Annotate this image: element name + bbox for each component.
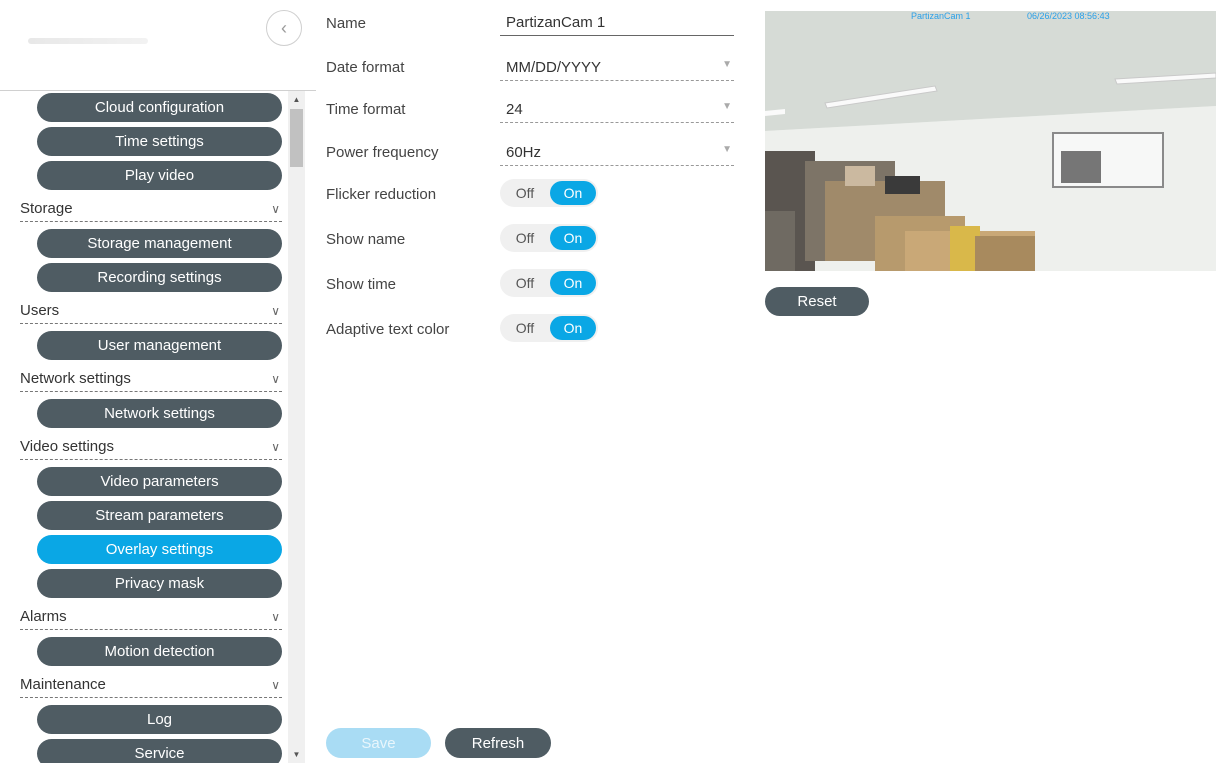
save-button[interactable]: Save [326, 728, 431, 758]
reset-button[interactable]: Reset [765, 287, 869, 316]
date-format-select[interactable]: MM/DD/YYYY ▼ [500, 55, 734, 81]
osd-name-text: PartizanCam 1 [911, 11, 971, 21]
sidebar-item-time-settings[interactable]: Time settings [37, 127, 282, 156]
flicker-reduction-label: Flicker reduction [326, 186, 437, 203]
camera-scene-image [765, 11, 1216, 271]
chevron-down-icon: ∨ [271, 372, 280, 386]
toggle-off-option[interactable]: Off [500, 314, 550, 342]
sidebar-section-label: Network settings [20, 370, 131, 387]
chevron-down-icon: ∨ [271, 610, 280, 624]
sidebar-item-overlay-settings[interactable]: Overlay settings [37, 535, 282, 564]
toggle-on-option[interactable]: On [550, 181, 596, 205]
adaptive-text-color-toggle[interactable]: Off On [500, 314, 598, 342]
name-input[interactable] [500, 10, 734, 36]
sidebar-item-network-settings[interactable]: Network settings [37, 399, 282, 428]
sidebar-item-recording-settings[interactable]: Recording settings [37, 263, 282, 292]
sidebar-section-maintenance[interactable]: Maintenance ∨ [20, 676, 282, 698]
power-frequency-label: Power frequency [326, 144, 439, 161]
chevron-down-icon: ∨ [271, 304, 280, 318]
toggle-on-option[interactable]: On [550, 271, 596, 295]
time-format-label: Time format [326, 101, 406, 118]
sidebar-item-play-video[interactable]: Play video [37, 161, 282, 190]
chevron-left-icon: ‹ [281, 17, 287, 38]
sidebar-item-storage-management[interactable]: Storage management [37, 229, 282, 258]
sidebar-scrollbar[interactable]: ▲ ▼ [288, 91, 305, 763]
sidebar-item-user-management[interactable]: User management [37, 331, 282, 360]
sidebar-item-stream-parameters[interactable]: Stream parameters [37, 501, 282, 530]
sidebar-section-alarms[interactable]: Alarms ∨ [20, 608, 282, 630]
sidebar-item-video-parameters[interactable]: Video parameters [37, 467, 282, 496]
name-label: Name [326, 15, 367, 32]
sidebar-header: ‹ [0, 0, 316, 91]
sidebar-item-motion-detection[interactable]: Motion detection [37, 637, 282, 666]
show-time-label: Show time [326, 276, 397, 293]
adaptive-text-color-label: Adaptive text color [326, 321, 450, 338]
sidebar-section-label: Maintenance [20, 676, 106, 693]
date-format-value: MM/DD/YYYY [506, 59, 602, 76]
sidebar-item-log[interactable]: Log [37, 705, 282, 734]
date-format-label: Date format [326, 59, 405, 76]
show-name-label: Show name [326, 231, 406, 248]
dropdown-arrow-icon: ▼ [722, 144, 732, 155]
toggle-off-option[interactable]: Off [500, 224, 550, 252]
chevron-down-icon: ∨ [271, 678, 280, 692]
toggle-off-option[interactable]: Off [500, 179, 550, 207]
sidebar-item-cloud-configuration[interactable]: Cloud configuration [37, 93, 282, 122]
sidebar-section-storage[interactable]: Storage ∨ [20, 200, 282, 222]
sidebar-section-users[interactable]: Users ∨ [20, 302, 282, 324]
sidebar-item-service[interactable]: Service [37, 739, 282, 763]
sidebar-item-privacy-mask[interactable]: Privacy mask [37, 569, 282, 598]
flicker-reduction-toggle[interactable]: Off On [500, 179, 598, 207]
chevron-down-icon: ∨ [271, 202, 280, 216]
scroll-thumb[interactable] [290, 109, 303, 167]
time-format-select[interactable]: 24 ▼ [500, 97, 734, 123]
sidebar-section-video-settings[interactable]: Video settings ∨ [20, 438, 282, 460]
osd-time-text: 06/26/2023 08:56:43 [1027, 11, 1110, 21]
show-name-toggle[interactable]: Off On [500, 224, 598, 252]
dropdown-arrow-icon: ▼ [722, 59, 732, 70]
show-time-toggle[interactable]: Off On [500, 269, 598, 297]
sidebar-section-label: Alarms [20, 608, 67, 625]
sidebar-nav: Cloud configuration Time settings Play vid… [0, 91, 287, 763]
power-frequency-select[interactable]: 60Hz ▼ [500, 140, 734, 166]
camera-preview[interactable]: PartizanCam 1 06/26/2023 08:56:43 [765, 11, 1216, 271]
toggle-on-option[interactable]: On [550, 226, 596, 250]
dropdown-arrow-icon: ▼ [722, 101, 732, 112]
collapse-sidebar-button[interactable]: ‹ [266, 10, 302, 46]
scroll-down-arrow-icon[interactable]: ▼ [288, 746, 305, 763]
toggle-off-option[interactable]: Off [500, 269, 550, 297]
refresh-button[interactable]: Refresh [445, 728, 551, 758]
sidebar-section-network-settings[interactable]: Network settings ∨ [20, 370, 282, 392]
chevron-down-icon: ∨ [271, 440, 280, 454]
time-format-value: 24 [506, 101, 523, 118]
power-frequency-value: 60Hz [506, 144, 542, 161]
sidebar-section-label: Video settings [20, 438, 114, 455]
toggle-on-option[interactable]: On [550, 316, 596, 340]
sidebar-section-label: Users [20, 302, 60, 319]
scroll-up-arrow-icon[interactable]: ▲ [288, 91, 305, 108]
logo [28, 38, 148, 44]
sidebar-section-label: Storage [20, 200, 73, 217]
